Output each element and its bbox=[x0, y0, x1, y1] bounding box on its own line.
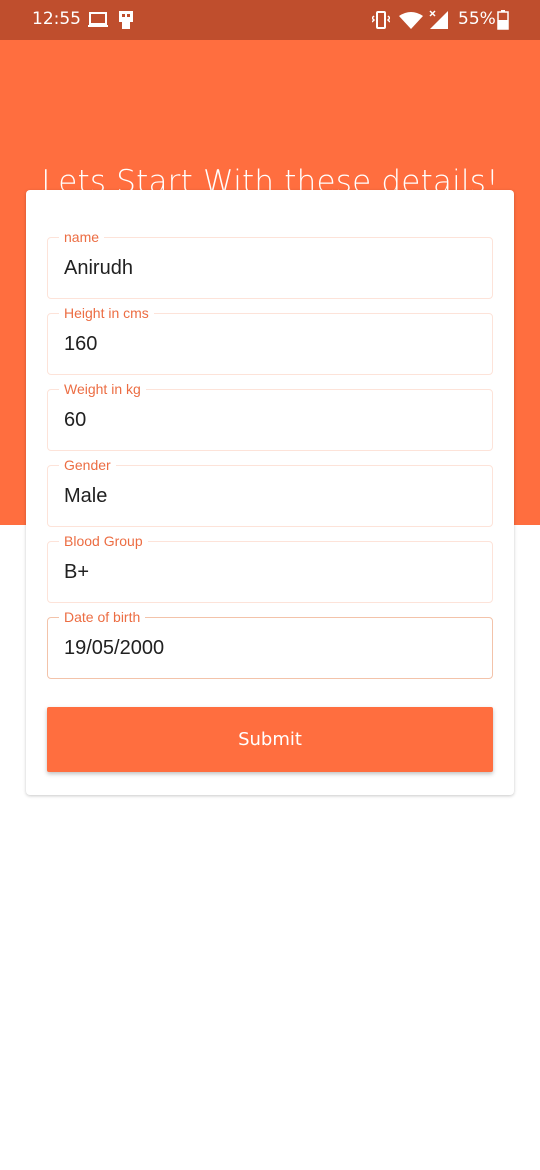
name-field-label: name bbox=[59, 227, 105, 247]
date-of-birth-field[interactable]: Date of birth 19/05/2000 bbox=[47, 607, 493, 679]
details-form-card: name Anirudh Height in cms 160 Weight in… bbox=[26, 190, 514, 795]
blood-group-field[interactable]: Blood Group B+ bbox=[47, 531, 493, 603]
name-field[interactable]: name Anirudh bbox=[47, 227, 493, 299]
battery-icon bbox=[497, 10, 509, 34]
blood-group-field-label: Blood Group bbox=[59, 531, 148, 551]
name-field-value: Anirudh bbox=[64, 257, 133, 279]
weight-field[interactable]: Weight in kg 60 bbox=[47, 379, 493, 451]
height-field-value: 160 bbox=[64, 333, 98, 355]
status-time: 12:55 bbox=[32, 9, 81, 29]
battery-percent: 55% bbox=[458, 9, 496, 29]
vibrate-icon bbox=[370, 11, 392, 33]
date-of-birth-field-label: Date of birth bbox=[59, 607, 146, 627]
height-field[interactable]: Height in cms 160 bbox=[47, 303, 493, 375]
status-bar: 12:55 55% bbox=[0, 0, 540, 40]
gender-field-value: Male bbox=[64, 485, 108, 507]
wifi-icon bbox=[399, 12, 423, 34]
submit-button[interactable]: Submit bbox=[47, 707, 493, 772]
gender-field-label: Gender bbox=[59, 455, 116, 475]
laptop-icon bbox=[88, 12, 108, 32]
weight-field-value: 60 bbox=[64, 409, 87, 431]
date-of-birth-field-value: 19/05/2000 bbox=[64, 637, 165, 659]
weight-field-label: Weight in kg bbox=[59, 379, 146, 399]
usb-icon bbox=[116, 10, 136, 34]
gender-field[interactable]: Gender Male bbox=[47, 455, 493, 527]
signal-icon bbox=[428, 9, 450, 35]
blood-group-field-value: B+ bbox=[64, 561, 90, 583]
height-field-label: Height in cms bbox=[59, 303, 154, 323]
